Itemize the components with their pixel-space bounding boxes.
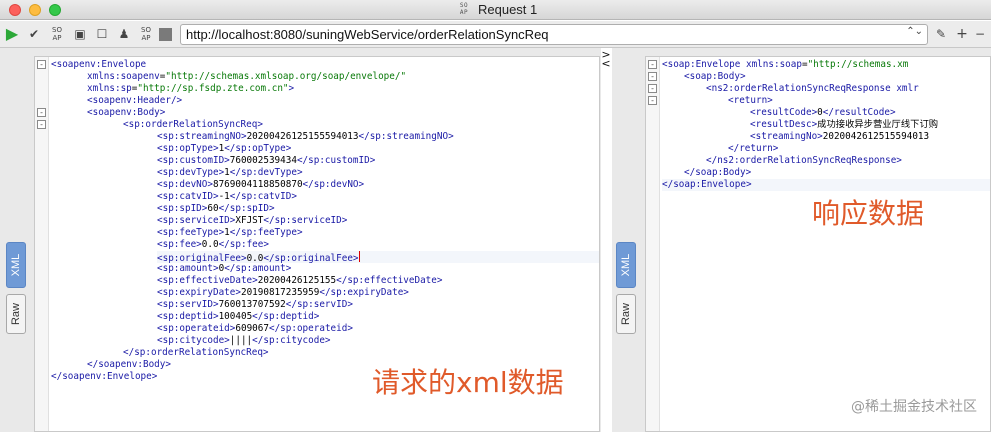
xml-field-line: <sp:serviceID>XFJST</sp:serviceID> [157, 215, 348, 226]
close-window-button[interactable] [9, 4, 21, 16]
xml-field-line: <resultDesc>成功接收异步营业厅线下订购 [750, 119, 939, 130]
fold-toggle-icon[interactable]: - [37, 60, 46, 69]
xml-field-line: <resultCode>0</resultCode> [750, 107, 896, 118]
xml-line-request: <sp:orderRelationSyncReq> [123, 119, 263, 130]
response-xml-editor[interactable]: <soap:Envelope xmlns:soap="http://schema… [645, 56, 991, 432]
request-tab-raw[interactable]: Raw [6, 294, 26, 334]
xml-line-return: <return> [728, 95, 773, 106]
watermark: @稀土掘金技术社区 [851, 399, 977, 415]
endpoint-dropdown-icon[interactable]: ⌃⌄ [906, 26, 923, 37]
xml-field-line: <sp:deptid>100405</sp:deptid> [157, 311, 320, 322]
xml-line-response: <ns2:orderRelationSyncReqResponse xmlr [706, 83, 919, 94]
xml-field-line: <sp:servID>760013707592</sp:servID> [157, 299, 353, 310]
xml-field-line: <sp:expiryDate>20190817235959</sp:expiry… [157, 287, 409, 298]
xml-field-line: <sp:spID>60</sp:spID> [157, 203, 275, 214]
title-bar: SO AP Request 1 [0, 0, 991, 20]
request-toolbar: ▶ ✔ SO AP ▣ ☐ ♟ SO AP http://localhost:808… [0, 21, 991, 48]
response-tab-raw[interactable]: Raw [616, 294, 636, 334]
response-annotation: 响应数据 [812, 197, 925, 230]
fold-toggle-icon[interactable]: - [648, 96, 657, 105]
xml-field-line: <sp:customID>760002539434</sp:customID> [157, 155, 376, 166]
minimize-window-button[interactable] [29, 4, 41, 16]
fold-toggle-icon[interactable]: - [37, 120, 46, 129]
user-icon[interactable]: ♟ [116, 26, 132, 42]
xml-line-body: <soapenv:Body> [87, 107, 166, 118]
xml-line-return-close: </return> [728, 143, 779, 154]
remove-icon[interactable]: − [972, 26, 988, 42]
xml-field-line: <sp:originalFee>0.0</sp:originalFee> [157, 251, 599, 264]
xml-line-request-close: </sp:orderRelationSyncReq> [123, 347, 269, 358]
fold-toggle-icon[interactable]: - [37, 108, 46, 117]
xml-field-line: <sp:operateid>609067</sp:operateid> [157, 323, 353, 334]
xml-field-line: <sp:streamingNO>20200426125155594013</sp… [157, 131, 454, 142]
xml-line-response-close: </ns2:orderRelationSyncReqResponse> [706, 155, 902, 166]
stop-icon[interactable]: ☐ [94, 26, 110, 42]
xml-field-line: <sp:opType>1</sp:opType> [157, 143, 292, 154]
xml-line-body-close: </soapenv:Body> [87, 359, 171, 370]
add-icon[interactable]: + [954, 26, 970, 42]
fold-toggle-icon[interactable]: - [648, 72, 657, 81]
response-tab-xml[interactable]: XML [616, 242, 636, 288]
xml-field-line: <sp:fee>0.0</sp:fee> [157, 239, 269, 250]
soap-icon: SO AP [459, 2, 469, 16]
request-tab-xml[interactable]: XML [6, 242, 26, 288]
fold-toggle-icon[interactable]: - [648, 84, 657, 93]
xml-field-line: <sp:amount>0</sp:amount> [157, 263, 292, 274]
xml-line-body-close: </soap:Body> [684, 167, 752, 178]
xml-line-ns-soapenv: xmlns:soapenv="http://schemas.xmlsoap.or… [87, 71, 407, 82]
maximize-icon[interactable]: ▣ [72, 26, 88, 42]
edit-endpoint-icon[interactable]: ✎ [933, 26, 949, 42]
xml-line-ns-sp: xmlns:sp="http://sp.fsdp.zte.com.cn"> [87, 83, 295, 94]
xml-field-line: <streamingNo>2020042612515594013 [750, 131, 930, 142]
xml-line-body: <soap:Body> [684, 71, 746, 82]
xml-field-line: <sp:catvID>-1</sp:catvID> [157, 191, 297, 202]
xml-field-line: <sp:citycode>||||</sp:citycode> [157, 335, 331, 346]
check-icon[interactable]: ✔ [26, 26, 42, 42]
settings-icon[interactable]: SO AP [138, 26, 154, 42]
cancel-icon[interactable]: SO AP [49, 26, 65, 42]
window-title: Request 1 [478, 2, 538, 17]
run-icon[interactable]: ▶ [4, 26, 20, 42]
xml-field-line: <sp:effectiveDate>20200426125155</sp:eff… [157, 275, 443, 286]
split-divider-icon[interactable]: > < [601, 49, 611, 69]
xml-field-line: <sp:devNO>8769004118850870</sp:devNO> [157, 179, 365, 190]
xml-field-line: <sp:feeType>1</sp:feeType> [157, 227, 303, 238]
xml-field-line: <sp:devType>1</sp:devType> [157, 167, 303, 178]
endpoint-url-text: http://localhost:8080/suningWebService/o… [186, 27, 549, 42]
response-gutter [646, 57, 660, 431]
xml-line-envelope: <soap:Envelope xmlns:soap="http://schema… [662, 59, 909, 70]
fold-toggle-icon[interactable]: - [648, 60, 657, 69]
xml-line-envelope: <soapenv:Envelope [51, 59, 147, 70]
zoom-window-button[interactable] [49, 4, 61, 16]
xml-line-envelope-close: </soap:Envelope> [662, 179, 990, 191]
xml-line-header: <soapenv:Header/> [87, 95, 183, 106]
endpoint-url-field[interactable]: http://localhost:8080/suningWebService/o… [180, 24, 928, 45]
square-icon[interactable] [159, 28, 172, 41]
request-annotation: 请求的xml数据 [372, 366, 564, 399]
xml-line-envelope-close: </soapenv:Envelope> [51, 371, 158, 382]
